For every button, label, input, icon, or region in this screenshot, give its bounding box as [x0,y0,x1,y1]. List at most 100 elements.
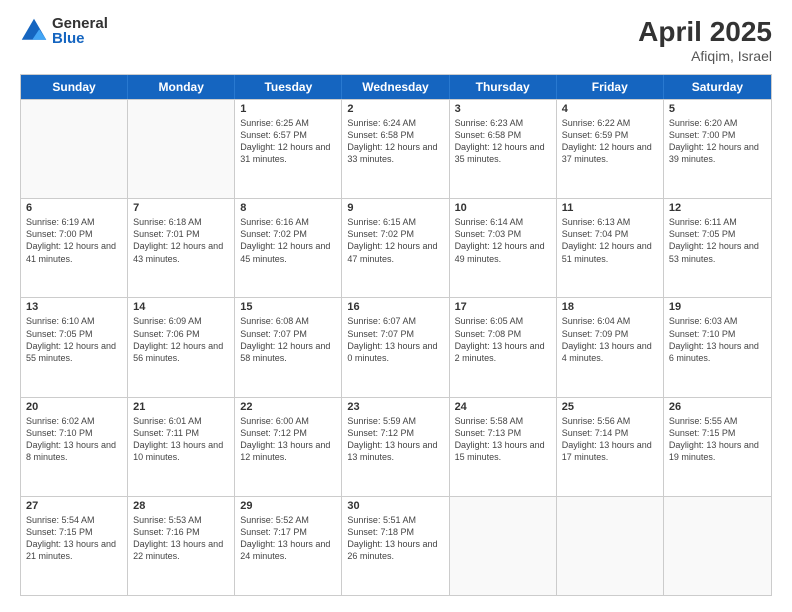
header-day-saturday: Saturday [664,75,771,99]
day-number: 19 [669,301,766,313]
day-info: Sunrise: 5:53 AM Sunset: 7:16 PM Dayligh… [133,514,229,563]
day-info: Sunrise: 6:16 AM Sunset: 7:02 PM Dayligh… [240,216,336,265]
day-number: 25 [562,401,658,413]
location: Afiqim, Israel [638,48,772,64]
day-number: 15 [240,301,336,313]
header-day-sunday: Sunday [21,75,128,99]
cal-cell [557,497,664,595]
day-info: Sunrise: 6:19 AM Sunset: 7:00 PM Dayligh… [26,216,122,265]
day-info: Sunrise: 6:09 AM Sunset: 7:06 PM Dayligh… [133,315,229,364]
day-info: Sunrise: 6:08 AM Sunset: 7:07 PM Dayligh… [240,315,336,364]
cal-cell: 12 Sunrise: 6:11 AM Sunset: 7:05 PM Dayli… [664,199,771,297]
day-number: 20 [26,401,122,413]
day-number: 3 [455,103,551,115]
day-info: Sunrise: 6:05 AM Sunset: 7:08 PM Dayligh… [455,315,551,364]
cal-cell: 29Sunrise: 5:52 AM Sunset: 7:17 PM Dayli… [235,497,342,595]
day-info: Sunrise: 6:00 AM Sunset: 7:12 PM Dayligh… [240,415,336,464]
day-info: Sunrise: 5:59 AM Sunset: 7:12 PM Dayligh… [347,415,443,464]
day-number: 30 [347,500,443,512]
day-number: 9 [347,202,443,214]
cal-cell: 14 Sunrise: 6:09 AM Sunset: 7:06 PM Dayli… [128,298,235,396]
day-number: 18 [562,301,658,313]
month-title: April 2025 [638,16,772,48]
header-day-monday: Monday [128,75,235,99]
day-number: 5 [669,103,766,115]
logo: General Blue [20,16,108,46]
day-info: Sunrise: 6:24 AM Sunset: 6:58 PM Dayligh… [347,117,443,166]
week-row-3: 13 Sunrise: 6:10 AM Sunset: 7:05 PM Dayli… [21,297,771,396]
day-number: 26 [669,401,766,413]
day-info: Sunrise: 6:22 AM Sunset: 6:59 PM Dayligh… [562,117,658,166]
day-number: 29 [240,500,336,512]
day-info: Sunrise: 6:11 AM Sunset: 7:05 PM Dayligh… [669,216,766,265]
day-number: 21 [133,401,229,413]
cal-cell: 22 Sunrise: 6:00 AM Sunset: 7:12 PM Dayli… [235,398,342,496]
cal-cell: 16 Sunrise: 6:07 AM Sunset: 7:07 PM Dayli… [342,298,449,396]
day-info: Sunrise: 6:25 AM Sunset: 6:57 PM Dayligh… [240,117,336,166]
cal-cell [128,100,235,198]
header-day-tuesday: Tuesday [235,75,342,99]
day-info: Sunrise: 5:51 AM Sunset: 7:18 PM Dayligh… [347,514,443,563]
cal-cell: 3 Sunrise: 6:23 AM Sunset: 6:58 PM Daylig… [450,100,557,198]
calendar-body: 1 Sunrise: 6:25 AM Sunset: 6:57 PM Daylig… [21,99,771,595]
day-number: 14 [133,301,229,313]
day-info: Sunrise: 6:15 AM Sunset: 7:02 PM Dayligh… [347,216,443,265]
cal-cell: 8 Sunrise: 6:16 AM Sunset: 7:02 PM Daylig… [235,199,342,297]
logo-icon [20,17,48,45]
day-info: Sunrise: 6:18 AM Sunset: 7:01 PM Dayligh… [133,216,229,265]
cal-cell: 15 Sunrise: 6:08 AM Sunset: 7:07 PM Dayli… [235,298,342,396]
cal-cell: 6 Sunrise: 6:19 AM Sunset: 7:00 PM Daylig… [21,199,128,297]
calendar-header: SundayMondayTuesdayWednesdayThursdayFrid… [21,75,771,99]
cal-cell: 17 Sunrise: 6:05 AM Sunset: 7:08 PM Dayli… [450,298,557,396]
week-row-2: 6 Sunrise: 6:19 AM Sunset: 7:00 PM Daylig… [21,198,771,297]
day-number: 22 [240,401,336,413]
cal-cell: 21 Sunrise: 6:01 AM Sunset: 7:11 PM Dayli… [128,398,235,496]
day-number: 13 [26,301,122,313]
cal-cell: 10Sunrise: 6:14 AM Sunset: 7:03 PM Dayli… [450,199,557,297]
day-number: 1 [240,103,336,115]
day-number: 17 [455,301,551,313]
cal-cell: 9 Sunrise: 6:15 AM Sunset: 7:02 PM Daylig… [342,199,449,297]
cal-cell: 23 Sunrise: 5:59 AM Sunset: 7:12 PM Dayli… [342,398,449,496]
cal-cell: 28Sunrise: 5:53 AM Sunset: 7:16 PM Dayli… [128,497,235,595]
cal-cell: 4Sunrise: 6:22 AM Sunset: 6:59 PM Daylig… [557,100,664,198]
day-info: Sunrise: 6:23 AM Sunset: 6:58 PM Dayligh… [455,117,551,166]
week-row-1: 1 Sunrise: 6:25 AM Sunset: 6:57 PM Daylig… [21,99,771,198]
day-number: 24 [455,401,551,413]
day-info: Sunrise: 6:07 AM Sunset: 7:07 PM Dayligh… [347,315,443,364]
cal-cell [664,497,771,595]
day-info: Sunrise: 6:04 AM Sunset: 7:09 PM Dayligh… [562,315,658,364]
day-number: 11 [562,202,658,214]
cal-cell: 18 Sunrise: 6:04 AM Sunset: 7:09 PM Dayli… [557,298,664,396]
day-number: 2 [347,103,443,115]
day-info: Sunrise: 5:55 AM Sunset: 7:15 PM Dayligh… [669,415,766,464]
logo-text: General Blue [52,16,108,46]
logo-blue: Blue [52,31,108,46]
day-info: Sunrise: 6:14 AM Sunset: 7:03 PM Dayligh… [455,216,551,265]
day-info: Sunrise: 6:01 AM Sunset: 7:11 PM Dayligh… [133,415,229,464]
cal-cell: 13 Sunrise: 6:10 AM Sunset: 7:05 PM Dayli… [21,298,128,396]
cal-cell: 2 Sunrise: 6:24 AM Sunset: 6:58 PM Daylig… [342,100,449,198]
cal-cell: 20Sunrise: 6:02 AM Sunset: 7:10 PM Dayli… [21,398,128,496]
day-number: 8 [240,202,336,214]
cal-cell: 1 Sunrise: 6:25 AM Sunset: 6:57 PM Daylig… [235,100,342,198]
day-info: Sunrise: 5:58 AM Sunset: 7:13 PM Dayligh… [455,415,551,464]
day-number: 16 [347,301,443,313]
cal-cell: 30 Sunrise: 5:51 AM Sunset: 7:18 PM Dayli… [342,497,449,595]
header-day-friday: Friday [557,75,664,99]
day-number: 23 [347,401,443,413]
day-number: 6 [26,202,122,214]
day-info: Sunrise: 6:03 AM Sunset: 7:10 PM Dayligh… [669,315,766,364]
day-number: 12 [669,202,766,214]
day-info: Sunrise: 6:10 AM Sunset: 7:05 PM Dayligh… [26,315,122,364]
header-day-wednesday: Wednesday [342,75,449,99]
cal-cell: 26 Sunrise: 5:55 AM Sunset: 7:15 PM Dayli… [664,398,771,496]
cal-cell [450,497,557,595]
cal-cell: 27Sunrise: 5:54 AM Sunset: 7:15 PM Dayli… [21,497,128,595]
cal-cell: 7 Sunrise: 6:18 AM Sunset: 7:01 PM Daylig… [128,199,235,297]
week-row-4: 20Sunrise: 6:02 AM Sunset: 7:10 PM Dayli… [21,397,771,496]
calendar: SundayMondayTuesdayWednesdayThursdayFrid… [20,74,772,596]
day-number: 7 [133,202,229,214]
cal-cell: 24 Sunrise: 5:58 AM Sunset: 7:13 PM Dayli… [450,398,557,496]
day-info: Sunrise: 5:56 AM Sunset: 7:14 PM Dayligh… [562,415,658,464]
